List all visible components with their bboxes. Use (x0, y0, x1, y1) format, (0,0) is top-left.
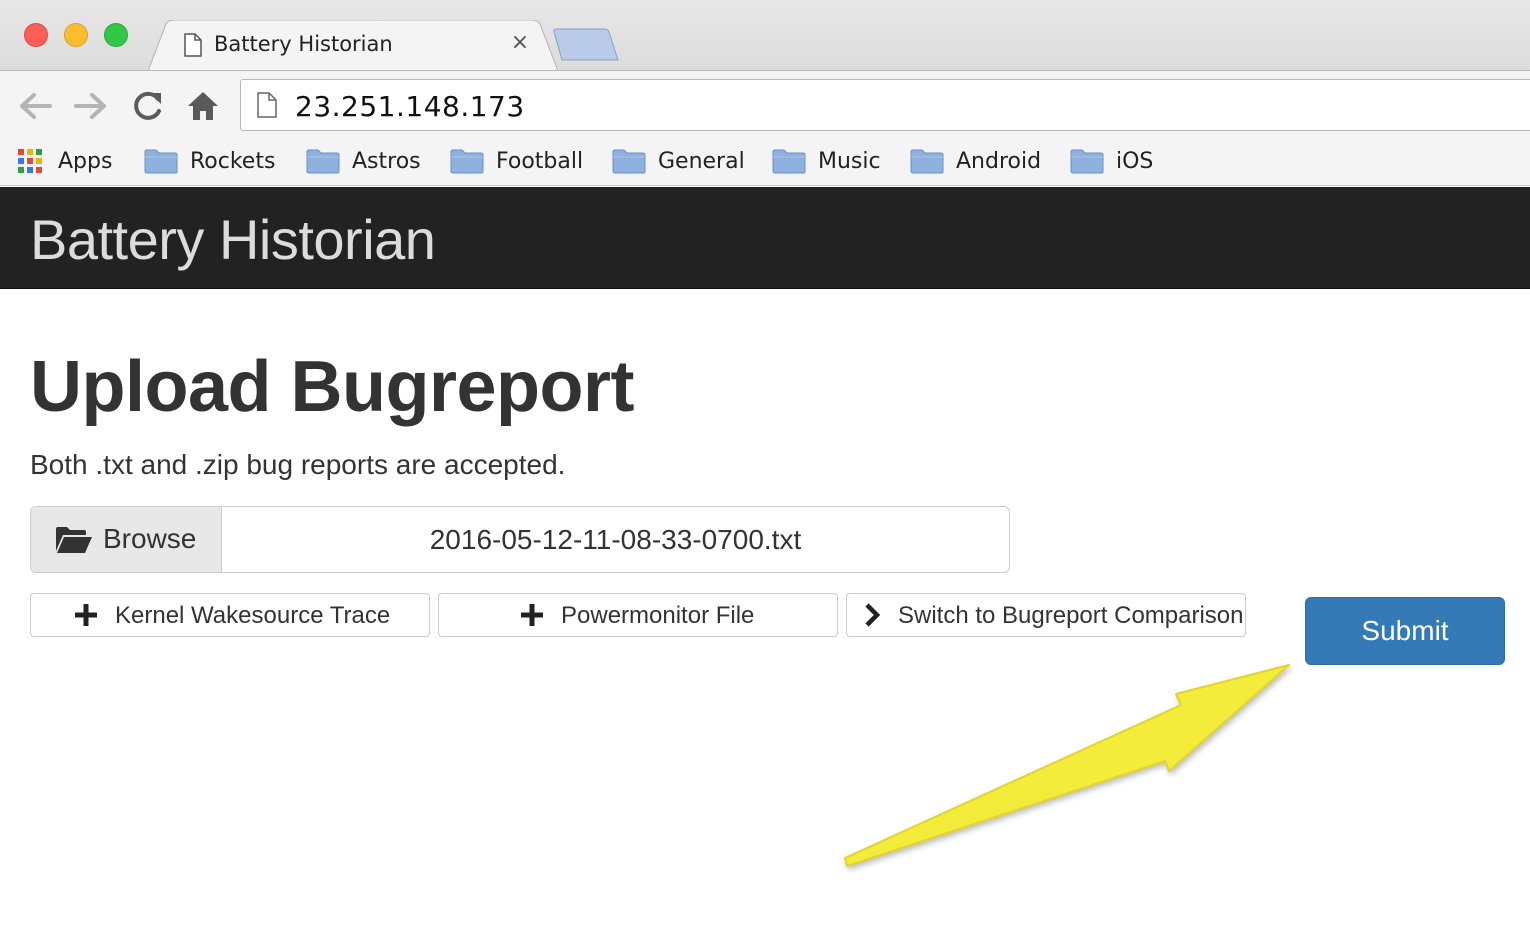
browser-toolbar: 23.251.148.173 (0, 70, 1530, 138)
app-navbar: Battery Historian (0, 187, 1530, 289)
switch-comparison-button[interactable]: Switch to Bugreport Comparison (846, 593, 1246, 637)
plus-icon (519, 602, 545, 628)
bookmark-label: Music (818, 148, 881, 174)
address-bar[interactable]: 23.251.148.173 (240, 79, 1530, 131)
bookmark-apps[interactable]: Apps (16, 146, 112, 176)
back-arrow-icon[interactable] (16, 87, 54, 125)
folder-icon (910, 148, 944, 174)
page-subtitle: Both .txt and .zip bug reports are accep… (30, 449, 566, 480)
folder-icon (306, 148, 340, 174)
reload-icon[interactable] (128, 87, 166, 125)
file-upload-group: Browse 2016-05-12-11-08-33-0700.txt (30, 506, 1010, 573)
folder-icon (144, 148, 178, 174)
new-tab-button[interactable] (552, 28, 620, 62)
browser-tabstrip: Battery Historian × (0, 0, 1530, 71)
selected-file-name[interactable]: 2016-05-12-11-08-33-0700.txt (222, 507, 1009, 572)
bookmark-label: Apps (58, 148, 113, 174)
bookmark-folder-general[interactable]: General (612, 146, 745, 176)
bookmark-folder-football[interactable]: Football (450, 146, 583, 176)
bookmarks-bar: Apps Rockets Astros Football General Mus… (0, 138, 1530, 186)
bookmark-label: Android (956, 148, 1042, 174)
browse-button[interactable]: Browse (31, 507, 222, 572)
folder-icon (450, 148, 484, 174)
page-icon (184, 33, 202, 57)
folder-icon (1070, 148, 1104, 174)
bookmark-label: Rockets (190, 148, 276, 174)
submit-button[interactable]: Submit (1305, 597, 1505, 665)
bookmark-label: Football (496, 148, 584, 174)
tab-close-icon[interactable]: × (508, 30, 532, 58)
forward-arrow-icon[interactable] (72, 87, 110, 125)
kernel-trace-label: Kernel Wakesource Trace (115, 602, 391, 629)
address-text: 23.251.148.173 (295, 90, 525, 123)
folder-icon (612, 148, 646, 174)
bookmark-folder-ios[interactable]: iOS (1070, 146, 1153, 176)
plus-icon (73, 602, 99, 628)
page-title: Upload Bugreport (30, 347, 634, 427)
add-kernel-trace-button[interactable]: Kernel Wakesource Trace (30, 593, 430, 637)
app-brand[interactable]: Battery Historian (30, 207, 436, 272)
bookmark-label: Astros (352, 148, 421, 174)
powermonitor-label: Powermonitor File (561, 602, 755, 629)
apps-grid-icon (16, 147, 44, 175)
page-icon (257, 92, 277, 118)
window-maximize-button[interactable] (104, 23, 128, 47)
bookmark-folder-music[interactable]: Music (772, 146, 881, 176)
bookmark-folder-android[interactable]: Android (910, 146, 1041, 176)
bookmark-label: General (658, 148, 745, 174)
bookmark-folder-astros[interactable]: Astros (306, 146, 421, 176)
window-minimize-button[interactable] (64, 23, 88, 47)
browse-label: Browse (103, 523, 197, 554)
bookmark-label: iOS (1116, 148, 1154, 174)
tab-title: Battery Historian (214, 32, 393, 56)
switch-comparison-label: Switch to Bugreport Comparison (898, 602, 1244, 629)
window-close-button[interactable] (24, 23, 48, 47)
add-powermonitor-button[interactable]: Powermonitor File (438, 593, 838, 637)
browser-tab-active[interactable]: Battery Historian × (148, 20, 558, 71)
annotation-arrow (844, 664, 1290, 867)
folder-open-icon (55, 526, 93, 559)
folder-icon (772, 148, 806, 174)
bookmark-folder-rockets[interactable]: Rockets (144, 146, 275, 176)
home-icon[interactable] (184, 87, 222, 125)
chevron-right-icon (859, 602, 885, 628)
